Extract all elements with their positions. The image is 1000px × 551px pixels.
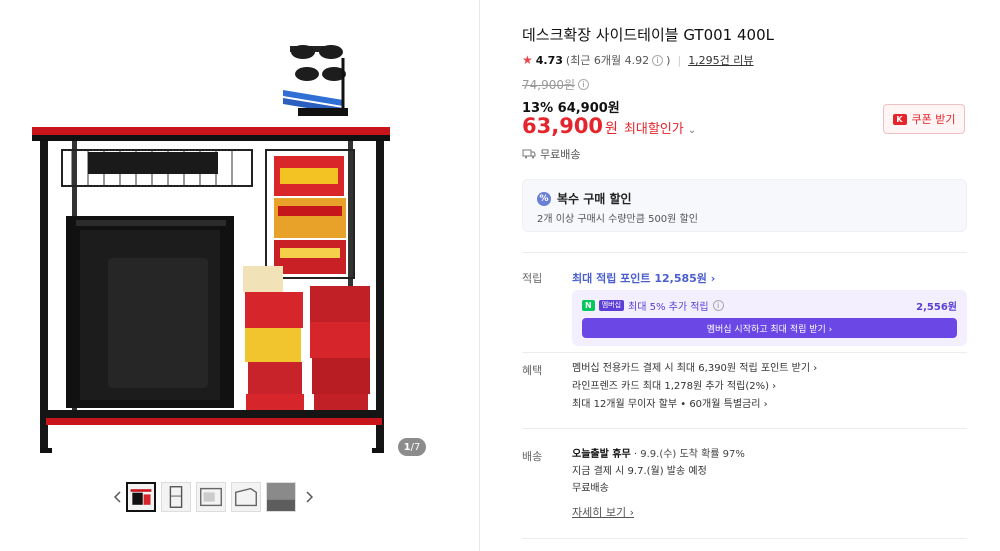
- sale-price-unit: 원: [605, 121, 618, 137]
- multi-buy-desc: 2개 이상 구매시 수량만큼 500원 할인: [537, 214, 698, 225]
- rating-score: 4.73: [535, 53, 563, 67]
- delivery-info: 오늘출발 휴무 · 9.9.(수) 도착 확률 97% 지금 결제 시 9.7.…: [572, 446, 745, 497]
- shipping-info: 무료배송: [522, 146, 580, 162]
- benefit-item[interactable]: 최대 12개월 무이자 할부 • 60개월 특별금리 ›: [572, 396, 817, 414]
- thumbnail-4[interactable]: [231, 482, 261, 512]
- thumbs-next-button[interactable]: [301, 485, 317, 509]
- membership-extra-text: 최대 5% 추가 적립: [628, 302, 709, 313]
- benefits-label: 혜택: [522, 364, 543, 377]
- coupon-label: 쿠폰 받기: [911, 113, 956, 126]
- max-points-link[interactable]: 최대 적립 포인트 12,585원 ›: [572, 270, 715, 286]
- info-icon[interactable]: i: [652, 54, 664, 66]
- page-total: /7: [410, 441, 421, 453]
- delivery-free: 무료배송: [572, 483, 609, 494]
- review-count-link[interactable]: 1,295건 리뷰: [688, 52, 753, 68]
- info-icon[interactable]: i: [712, 300, 724, 311]
- product-gallery: 1/7: [0, 0, 480, 551]
- product-info: 데스크확장 사이드테이블 GT001 400L ★ 4.73 (최근 6개월 4…: [500, 0, 1000, 551]
- gallery-page-indicator: 1/7: [398, 438, 426, 456]
- naver-n-icon: N: [582, 300, 595, 311]
- delivery-detail-link[interactable]: 자세히 보기 ›: [572, 504, 634, 520]
- benefit-item[interactable]: 멤버십 전용카드 결제 시 최대 6,390원 적립 포인트 받기 ›: [572, 360, 817, 378]
- sale-price: 63,900: [522, 114, 604, 138]
- coupon-icon: K: [892, 113, 907, 125]
- percent-icon: %: [537, 191, 551, 206]
- controller-stand: [283, 45, 348, 116]
- max-discount-toggle[interactable]: 최대할인가 ⌄: [624, 118, 696, 137]
- membership-box: N 멤버십 최대 5% 추가 적립 i 2,556원 멤버십 시작하고 최대 적…: [572, 290, 967, 346]
- benefits-list: 멤버십 전용카드 결제 시 최대 6,390원 적립 포인트 받기 › 라인프렌…: [572, 360, 817, 414]
- divider: [522, 538, 967, 539]
- shipping-label: 무료배송: [540, 148, 581, 161]
- thumbnail-2[interactable]: [161, 482, 191, 512]
- membership-start-button[interactable]: 멤버십 시작하고 최대 적립 받기 ›: [582, 318, 957, 338]
- membership-badge: 멤버십: [598, 300, 625, 311]
- coupon-button[interactable]: K 쿠폰 받기: [883, 104, 965, 134]
- price-info-icon[interactable]: i: [578, 79, 590, 90]
- multi-buy-title: 복수 구매 할인: [557, 192, 632, 206]
- multi-buy-discount: % 복수 구매 할인 2개 이상 구매시 수량만큼 500원 할인: [522, 179, 967, 232]
- recent-rating: (최근 6개월 4.92: [565, 54, 650, 67]
- thumbnail-strip: [110, 480, 330, 514]
- thumbnail-3[interactable]: [196, 482, 226, 512]
- benefit-item[interactable]: 라인프렌즈 카드 최대 1,278원 추가 적립(2%) ›: [572, 378, 817, 396]
- thumbnail-5[interactable]: [266, 482, 296, 512]
- page-current: 1: [403, 441, 411, 453]
- divider: |: [677, 53, 682, 67]
- truck-icon: [522, 149, 536, 159]
- delivery-label: 배송: [522, 450, 543, 463]
- star-icon: ★: [522, 53, 533, 67]
- membership-amount: 2,556원: [916, 302, 957, 313]
- product-title: 데스크확장 사이드테이블 GT001 400L: [522, 26, 774, 44]
- rating-row: ★ 4.73 (최근 6개월 4.92 i) | 1,295건 리뷰: [522, 52, 754, 68]
- thumbnail-1[interactable]: [126, 482, 156, 512]
- chevron-down-icon: ⌄: [687, 125, 697, 136]
- original-price-value: 74,900원: [522, 78, 576, 92]
- product-image[interactable]: [28, 38, 400, 463]
- divider: [522, 252, 967, 253]
- points-label: 적립: [522, 272, 543, 285]
- chevron-right-icon: [306, 491, 313, 503]
- holiday-notice: 오늘출발 휴무: [572, 449, 631, 460]
- sale-price-row: 63,900 원 최대할인가 ⌄: [522, 114, 696, 138]
- chevron-left-icon: [114, 491, 121, 503]
- divider: [522, 428, 967, 429]
- thumbs-prev-button[interactable]: [110, 485, 126, 509]
- divider: [522, 352, 967, 353]
- arrival-estimate: 9.9.(수) 도착 확률 97%: [640, 449, 745, 460]
- original-price: 74,900원 i: [522, 76, 590, 93]
- ship-note: 지금 결제 시 9.7.(월) 발송 예정: [572, 466, 707, 477]
